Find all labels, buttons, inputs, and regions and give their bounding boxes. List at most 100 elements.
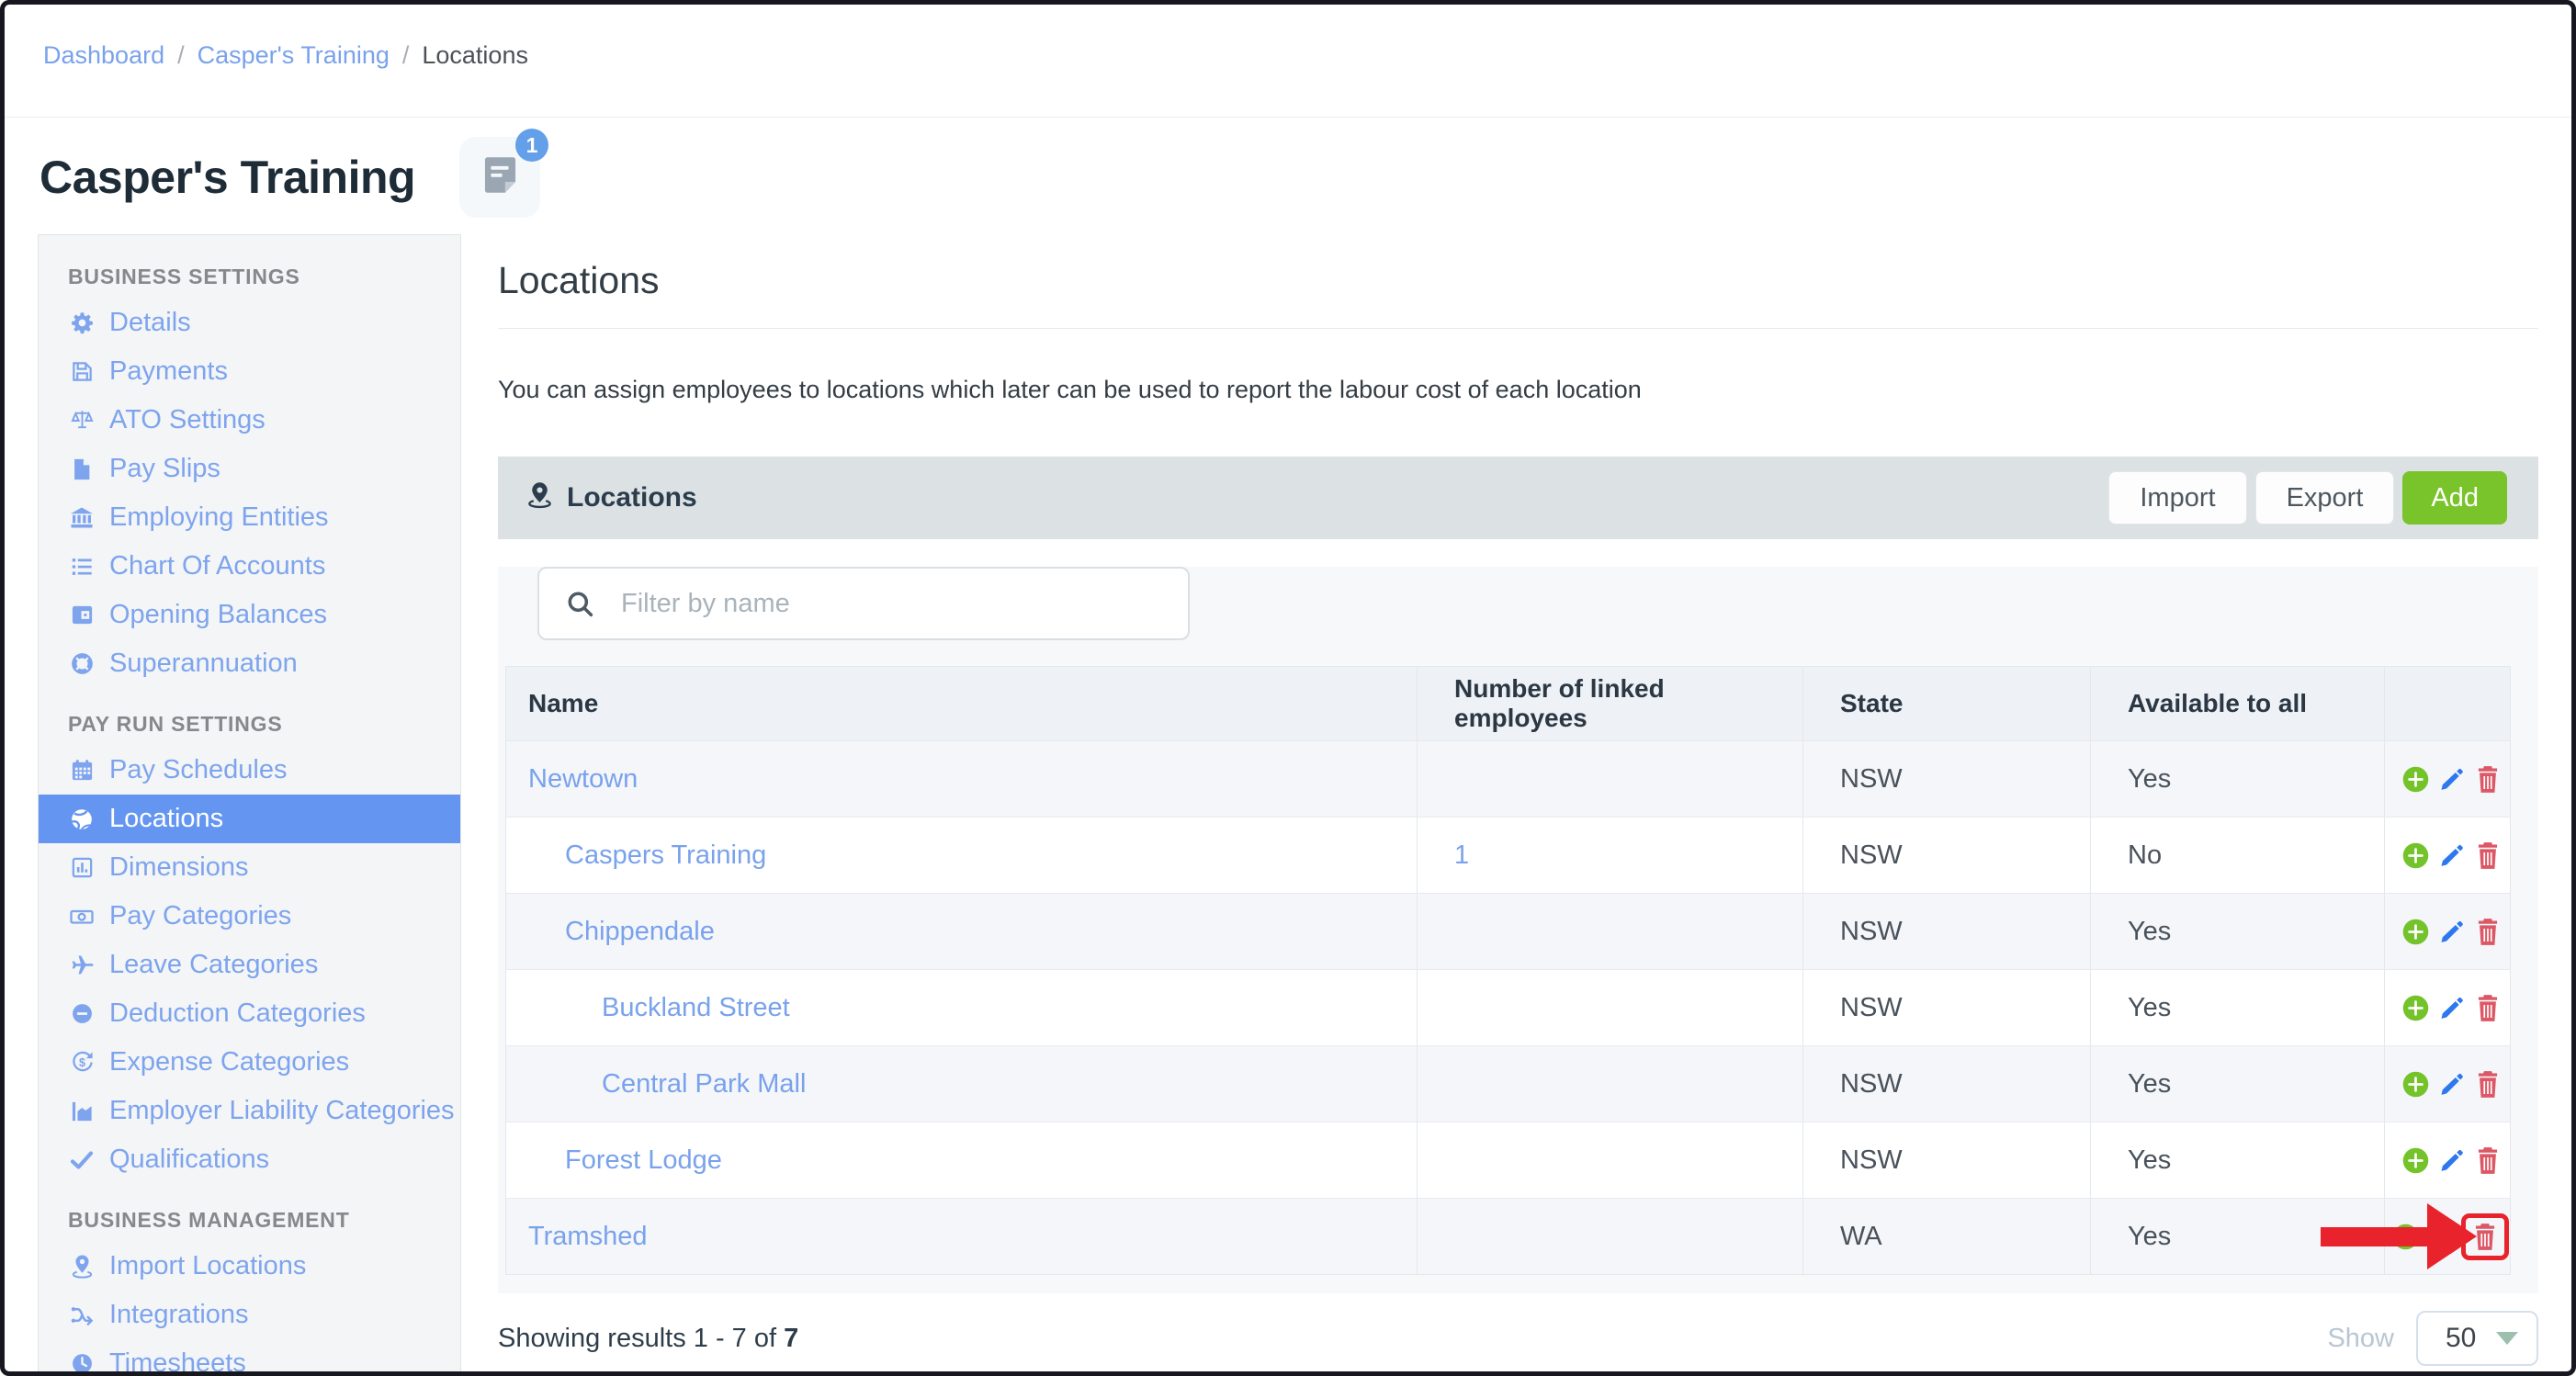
add-sublocation-button[interactable] bbox=[2392, 1224, 2419, 1250]
sidebar-item-employing-entities[interactable]: Employing Entities bbox=[39, 493, 460, 542]
add-location-button[interactable]: Add bbox=[2402, 471, 2507, 524]
sidebar-item-payments[interactable]: Payments bbox=[39, 347, 460, 396]
business-notes-button[interactable]: 1 bbox=[459, 137, 540, 218]
sidebar-item-chart-of-accounts[interactable]: Chart Of Accounts bbox=[39, 542, 460, 591]
sidebar-item-pay-categories[interactable]: Pay Categories bbox=[39, 892, 460, 941]
cell-state: NSW bbox=[1802, 894, 2090, 969]
svg-text:$: $ bbox=[79, 1056, 85, 1069]
breadcrumb-link-dashboard[interactable]: Dashboard bbox=[43, 41, 164, 70]
delete-location-button[interactable] bbox=[2475, 841, 2501, 870]
sidebar-item-qualifications[interactable]: Qualifications bbox=[39, 1135, 460, 1184]
cell-name: Tramshed bbox=[506, 1199, 1417, 1274]
page-size-dropdown[interactable]: 50 bbox=[2416, 1311, 2538, 1366]
sidebar-item-superannuation[interactable]: Superannuation bbox=[39, 639, 460, 688]
breadcrumb-bar: Dashboard / Casper's Training / Location… bbox=[5, 5, 2571, 118]
add-sublocation-button[interactable] bbox=[2402, 842, 2429, 869]
sidebar-item-import-locations[interactable]: Import Locations bbox=[39, 1242, 460, 1291]
sidebar-item-locations[interactable]: Locations bbox=[39, 795, 460, 843]
add-sublocation-button[interactable] bbox=[2402, 1071, 2429, 1098]
import-button[interactable]: Import bbox=[2108, 471, 2246, 524]
lifering-icon bbox=[68, 650, 96, 678]
location-link[interactable]: Central Park Mall bbox=[602, 1069, 806, 1100]
edit-location-button[interactable] bbox=[2439, 995, 2465, 1021]
edit-location-button[interactable] bbox=[2439, 842, 2465, 868]
sidebar-item-pay-schedules[interactable]: Pay Schedules bbox=[39, 746, 460, 795]
chart-icon bbox=[68, 1098, 96, 1125]
column-header-name: Name bbox=[506, 667, 1417, 740]
sidebar-item-dimensions[interactable]: Dimensions bbox=[39, 843, 460, 892]
dimensions-icon bbox=[68, 854, 96, 882]
page-size-value: 50 bbox=[2446, 1323, 2476, 1354]
export-button[interactable]: Export bbox=[2255, 471, 2395, 524]
location-link[interactable]: Tramshed bbox=[528, 1222, 647, 1252]
settings-sidebar: BUSINESS SETTINGSDetailsPaymentsATO Sett… bbox=[38, 234, 461, 1371]
cell-linked-employees bbox=[1417, 1199, 1802, 1274]
edit-location-button[interactable] bbox=[2439, 766, 2465, 792]
sidebar-item-employer-liability-categories[interactable]: Employer Liability Categories bbox=[39, 1087, 460, 1135]
map-pin-icon bbox=[68, 1253, 96, 1280]
cell-available-to-all: Yes bbox=[2090, 1122, 2384, 1198]
sidebar-item-label: Chart Of Accounts bbox=[109, 551, 325, 581]
delete-location-button[interactable] bbox=[2475, 1146, 2501, 1175]
location-link[interactable]: Chippendale bbox=[565, 917, 715, 947]
linked-employees-link[interactable]: 1 bbox=[1454, 840, 1469, 871]
filter-field bbox=[537, 567, 1190, 640]
location-link[interactable]: Newtown bbox=[528, 764, 638, 795]
cell-actions bbox=[2384, 1046, 2510, 1122]
sidebar-item-pay-slips[interactable]: Pay Slips bbox=[39, 445, 460, 493]
edit-location-button[interactable] bbox=[2439, 1071, 2465, 1097]
notes-count-badge: 1 bbox=[515, 129, 548, 162]
cell-linked-employees: 1 bbox=[1417, 818, 1802, 893]
results-summary: Showing results 1 - 7 of 7 bbox=[498, 1324, 798, 1354]
cell-state: NSW bbox=[1802, 741, 2090, 817]
sidebar-item-integrations[interactable]: Integrations bbox=[39, 1291, 460, 1339]
sidebar-item-label: Dimensions bbox=[109, 852, 249, 883]
sidebar-item-timesheets[interactable]: Timesheets bbox=[39, 1339, 460, 1371]
edit-location-button[interactable] bbox=[2439, 919, 2465, 944]
column-header-available-to-all: Available to all bbox=[2090, 667, 2384, 740]
sidebar-item-opening-balances[interactable]: Opening Balances bbox=[39, 591, 460, 639]
heading-divider bbox=[498, 328, 2538, 329]
sidebar-section-header: PAY RUN SETTINGS bbox=[68, 712, 460, 737]
location-link[interactable]: Buckland Street bbox=[602, 993, 790, 1023]
edit-location-button[interactable] bbox=[2429, 1224, 2455, 1249]
results-total: 7 bbox=[784, 1324, 798, 1353]
add-sublocation-button[interactable] bbox=[2402, 919, 2429, 945]
section-description: You can assign employees to locations wh… bbox=[498, 375, 2538, 404]
cell-actions bbox=[2384, 970, 2510, 1045]
cell-available-to-all: Yes bbox=[2090, 894, 2384, 969]
add-sublocation-button[interactable] bbox=[2402, 766, 2429, 793]
section-heading: Locations bbox=[498, 258, 2538, 302]
chevron-down-icon bbox=[2496, 1332, 2518, 1345]
cell-name: Chippendale bbox=[506, 894, 1417, 969]
delete-location-button[interactable] bbox=[2472, 1223, 2498, 1251]
location-link[interactable]: Caspers Training bbox=[565, 840, 766, 871]
filter-by-name-input[interactable] bbox=[619, 588, 1137, 620]
delete-location-button[interactable] bbox=[2475, 765, 2501, 794]
sidebar-item-expense-categories[interactable]: $Expense Categories bbox=[39, 1038, 460, 1087]
column-header-actions bbox=[2384, 667, 2510, 740]
panel-title: Locations bbox=[525, 480, 697, 516]
main-content: Locations You can assign employees to lo… bbox=[498, 243, 2538, 1367]
add-sublocation-button[interactable] bbox=[2402, 1147, 2429, 1174]
cell-actions bbox=[2384, 818, 2510, 893]
cell-actions bbox=[2384, 1122, 2510, 1198]
breadcrumb-link-business[interactable]: Casper's Training bbox=[198, 41, 390, 70]
cell-linked-employees bbox=[1417, 970, 1802, 1045]
edit-location-button[interactable] bbox=[2439, 1147, 2465, 1173]
delete-location-button[interactable] bbox=[2475, 994, 2501, 1022]
delete-location-button[interactable] bbox=[2475, 1070, 2501, 1099]
delete-location-button[interactable] bbox=[2475, 918, 2501, 946]
sidebar-item-label: Import Locations bbox=[109, 1251, 306, 1281]
sidebar-item-ato-settings[interactable]: ATO Settings bbox=[39, 396, 460, 445]
sidebar-item-deduction-categories[interactable]: Deduction Categories bbox=[39, 989, 460, 1038]
location-link[interactable]: Forest Lodge bbox=[565, 1145, 722, 1176]
cell-linked-employees bbox=[1417, 894, 1802, 969]
sidebar-item-details[interactable]: Details bbox=[39, 299, 460, 347]
location-pin-icon bbox=[525, 480, 554, 516]
table-row-caspers-training: Caspers Training1NSWNo bbox=[506, 817, 2510, 893]
gear-icon bbox=[68, 310, 96, 337]
sidebar-item-leave-categories[interactable]: Leave Categories bbox=[39, 941, 460, 989]
add-sublocation-button[interactable] bbox=[2402, 995, 2429, 1021]
panel-buttons: Import Export Add bbox=[2108, 471, 2507, 524]
